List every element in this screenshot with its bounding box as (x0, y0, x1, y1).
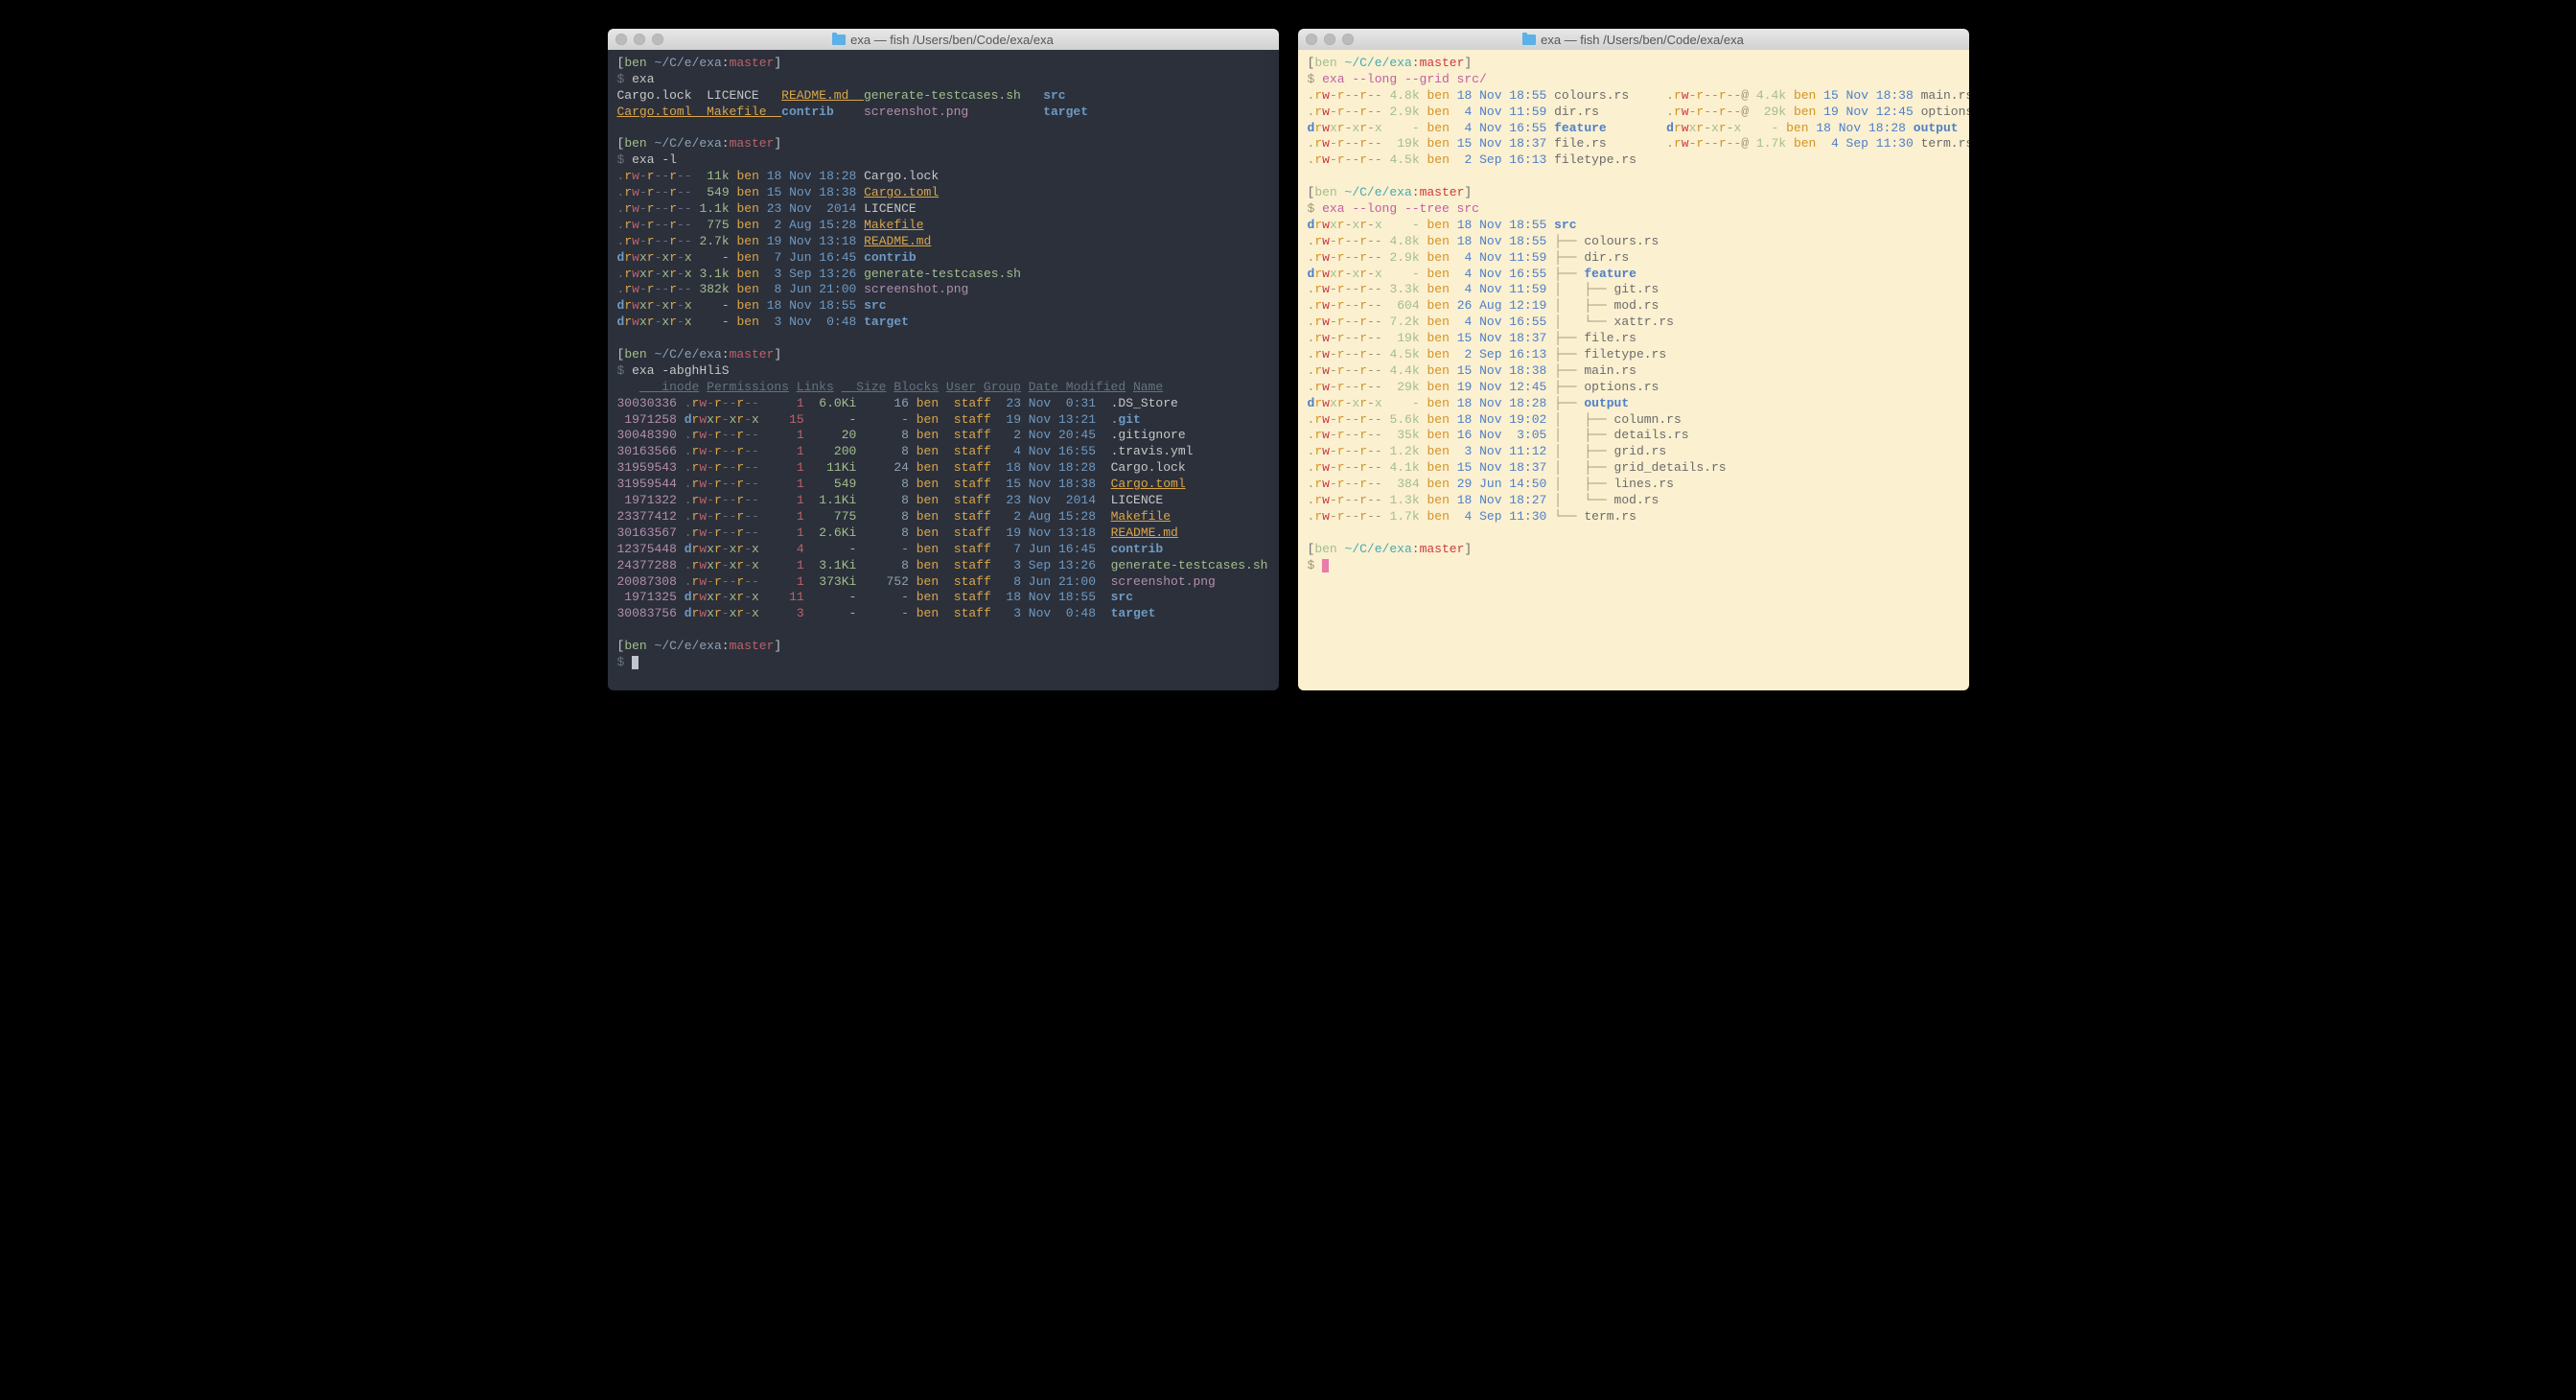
window-title: exa — fish /Users/ben/Code/exa/exa (608, 33, 1279, 47)
titlebar[interactable]: exa — fish /Users/ben/Code/exa/exa (1298, 29, 1969, 50)
window-title: exa — fish /Users/ben/Code/exa/exa (1298, 33, 1969, 47)
title-text: exa — fish /Users/ben/Code/exa/exa (850, 33, 1054, 47)
terminal-window-light: exa — fish /Users/ben/Code/exa/exa [ben … (1298, 29, 1969, 690)
terminal-window-dark: exa — fish /Users/ben/Code/exa/exa [ben … (608, 29, 1279, 690)
terminal-light[interactable]: [ben ~/C/e/exa:master] $ exa --long --gr… (1298, 50, 1969, 690)
terminal-dark[interactable]: [ben ~/C/e/exa:master] $ exa Cargo.lock … (608, 50, 1279, 690)
title-text: exa — fish /Users/ben/Code/exa/exa (1541, 33, 1744, 47)
folder-icon (1522, 35, 1536, 45)
titlebar[interactable]: exa — fish /Users/ben/Code/exa/exa (608, 29, 1279, 50)
folder-icon (832, 35, 846, 45)
